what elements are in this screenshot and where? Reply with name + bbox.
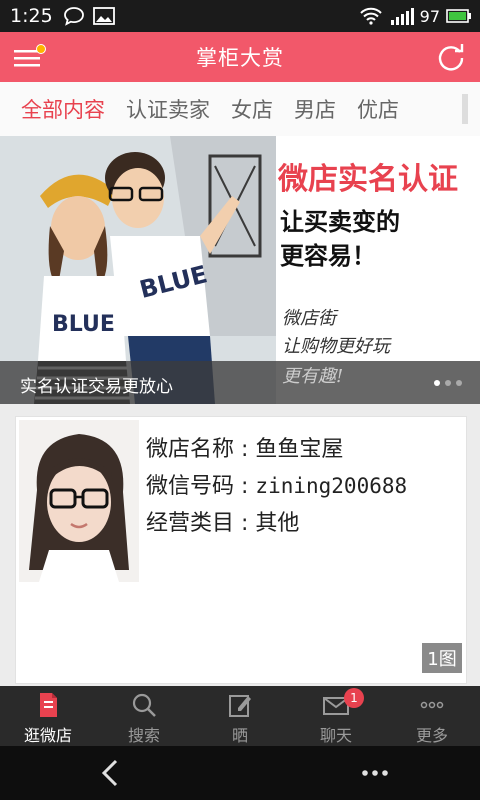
system-nav-bar: [0, 746, 480, 800]
phone-store-icon: [40, 693, 57, 717]
promo-banner[interactable]: BLUE BLUE 微店实名认证 让买卖变的 更容易！ 微店街 让购物更好玩 更…: [0, 136, 480, 404]
pagination-dot: [434, 380, 440, 386]
tabbar-label: 逛微店: [23, 726, 72, 745]
tabbar-item-browse-shops[interactable]: 逛微店: [0, 686, 96, 746]
wechat-row: 微信号码 : zining200688: [146, 474, 408, 499]
battery-level: 97: [419, 6, 440, 26]
shop-name-row: 微店名称 : 鱼鱼宝屋: [146, 437, 344, 462]
shop-name-label: 微店名称: [146, 437, 235, 462]
back-icon: [101, 759, 118, 787]
bottom-tab-bar: 逛微店 搜索 晒 1 聊天 更多: [0, 686, 480, 746]
wechat-label: 微信号码: [146, 474, 235, 499]
wifi-icon: [359, 7, 382, 25]
tabbar-item-chat[interactable]: 1 聊天: [288, 686, 384, 746]
category-value: 其他: [255, 511, 300, 536]
menu-icon: [14, 44, 46, 67]
banner-headline: 微店实名认证: [278, 162, 458, 197]
tabbar-label: 更多: [415, 726, 448, 745]
battery-icon: [446, 8, 472, 24]
image-icon: [92, 7, 115, 25]
search-icon: [132, 693, 156, 717]
category-label: 经营类目: [146, 511, 235, 536]
tab-women-shops[interactable]: 女店: [231, 94, 273, 124]
banner-subheadline-1: 让买卖变的: [280, 208, 400, 236]
banner-handwriting-3: 更有趣!: [282, 366, 344, 387]
chat-icon: [63, 6, 85, 26]
tabbar-item-more[interactable]: 更多: [384, 686, 480, 746]
refresh-icon: [438, 44, 464, 71]
tabbar-item-search[interactable]: 搜索: [96, 686, 192, 746]
edit-icon: [229, 695, 251, 717]
tab-men-shops[interactable]: 男店: [294, 94, 336, 124]
back-button[interactable]: [96, 756, 124, 790]
ellipsis-icon: [362, 770, 388, 776]
more-icon: [420, 701, 444, 709]
overflow-menu-button[interactable]: [360, 764, 390, 782]
wechat-value: zining200688: [255, 474, 408, 498]
tabbar-label: 聊天: [319, 726, 352, 745]
shop-card[interactable]: 微店名称 : 鱼鱼宝屋 微信号码 : zining200688 经营类目 : 其…: [15, 416, 467, 684]
category-tabs: 全部内容 认证卖家 女店 男店 优店: [0, 82, 480, 137]
shop-info: 微店名称 : 鱼鱼宝屋 微信号码 : zining200688 经营类目 : 其…: [146, 431, 407, 542]
tab-verified-sellers[interactable]: 认证卖家: [126, 94, 210, 124]
category-row: 经营类目 : 其他: [146, 511, 300, 536]
tab-all[interactable]: 全部内容: [21, 94, 105, 124]
banner-handwriting-2: 让购物更好玩: [282, 336, 390, 357]
image-count-badge: 1图: [422, 643, 462, 673]
signal-icon: [390, 7, 414, 25]
tabs-scroll-indicator: [462, 94, 468, 124]
refresh-button[interactable]: [436, 42, 466, 72]
shop-name-value: 鱼鱼宝屋: [255, 437, 344, 462]
banner-subheadline-2: 更容易！: [280, 242, 376, 270]
tab-top-shops[interactable]: 优店: [357, 94, 399, 124]
tabbar-label: 晒: [231, 726, 248, 745]
banner-pagination: [434, 380, 462, 386]
tabbar-item-share[interactable]: 晒: [192, 686, 288, 746]
banner-caption: 实名认证交易更放心: [20, 377, 173, 397]
svg-text:BLUE: BLUE: [52, 312, 115, 337]
banner-handwriting-1: 微店街: [282, 308, 336, 329]
app-header: 掌柜大赏: [0, 32, 480, 82]
menu-button[interactable]: [12, 42, 48, 72]
pagination-dot: [456, 380, 462, 386]
unread-badge: 1: [344, 688, 364, 708]
status-bar: 1:25 97: [0, 0, 480, 32]
page-title: 掌柜大赏: [196, 46, 284, 70]
status-time: 1:25: [10, 5, 53, 27]
shop-avatar: [19, 420, 139, 582]
pagination-dot: [445, 380, 451, 386]
tabbar-label: 搜索: [127, 726, 160, 745]
